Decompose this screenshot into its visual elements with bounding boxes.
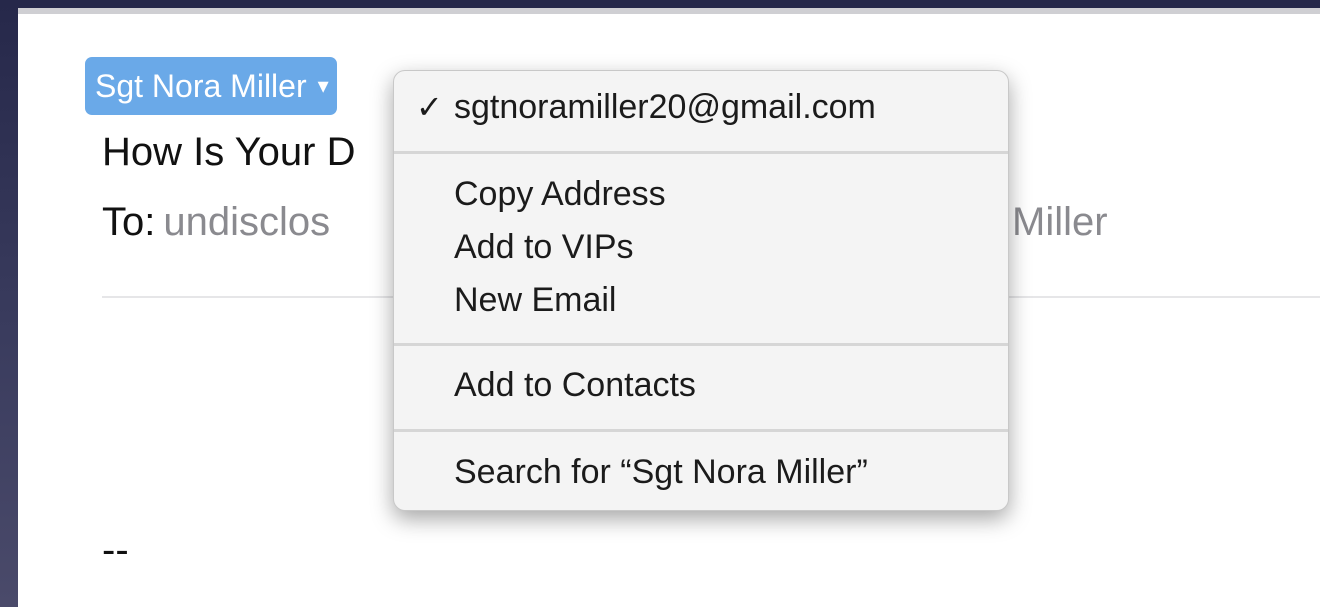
to-label: To: [102, 200, 156, 244]
chevron-down-icon[interactable]: ▾ [318, 57, 329, 115]
menu-item-search-sender[interactable]: Search for “Sgt Nora Miller” [394, 446, 1008, 498]
message-subject: How Is Your D [102, 130, 356, 174]
menu-item-add-to-contacts[interactable]: Add to Contacts [394, 359, 1008, 411]
menu-item-label: Add to VIPs [454, 228, 634, 266]
menu-separator [394, 429, 1008, 432]
to-recipient[interactable]: undisclos [163, 200, 330, 244]
menu-item-copy-address[interactable]: Copy Address [394, 168, 1008, 220]
menu-item-email-address[interactable]: ✓ sgtnoramiller20@gmail.com [394, 81, 1008, 133]
message-signature: -- [102, 528, 129, 572]
menu-item-new-email[interactable]: New Email [394, 274, 1008, 326]
menu-item-label: Copy Address [454, 175, 666, 213]
sender-context-menu: ✓ sgtnoramiller20@gmail.com Copy Address… [393, 70, 1009, 511]
sender-name: Sgt Nora Miller [95, 68, 307, 104]
to-row: To: undisclos [102, 192, 330, 252]
sender-token[interactable]: Sgt Nora Miller ▾ [85, 57, 337, 115]
checkmark-icon: ✓ [416, 89, 443, 125]
menu-item-email-label: sgtnoramiller20@gmail.com [454, 88, 876, 126]
menu-separator [394, 151, 1008, 154]
menu-item-label: Add to Contacts [454, 366, 696, 404]
menu-separator [394, 343, 1008, 346]
menu-item-label: Search for “Sgt Nora Miller” [454, 453, 868, 491]
menu-item-add-to-vips[interactable]: Add to VIPs [394, 221, 1008, 273]
menu-item-label: New Email [454, 281, 617, 319]
to-recipient-tail: Miller [1012, 200, 1108, 244]
